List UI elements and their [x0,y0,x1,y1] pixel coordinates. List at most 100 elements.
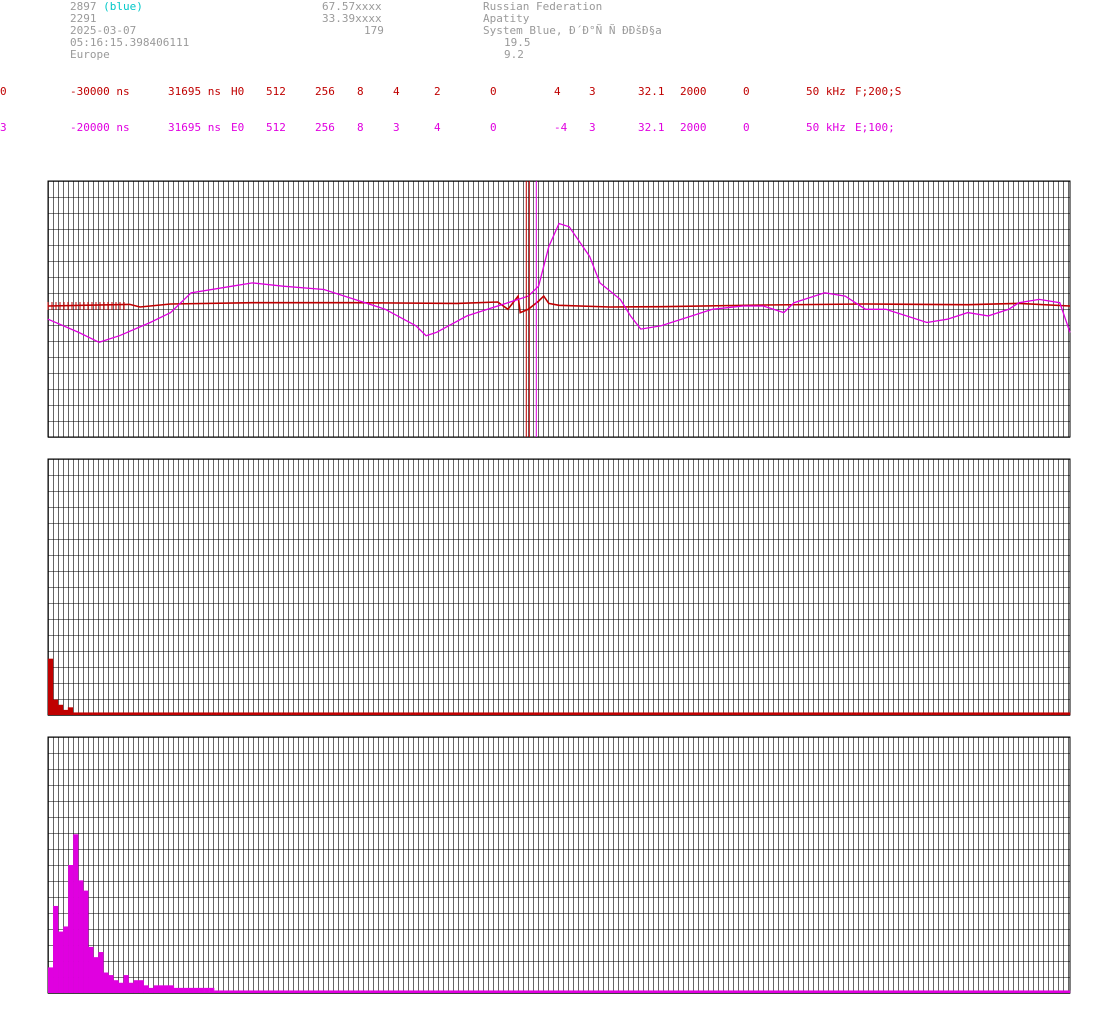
spectrum-e0-bar [657,990,663,993]
spectrum-e0-bar [833,990,839,993]
spectrum-h0-bar [524,712,530,715]
spectrum-h0-bar [876,712,882,715]
spectrum-e0-bar [1039,990,1046,993]
spectrum-e0-bar [445,990,451,993]
spectrum-h0-bar [286,712,292,715]
spectrum-e0-bar [370,990,376,993]
spectrum-e0-bar [294,990,300,993]
spectrum-e0-bar [591,990,597,993]
spectrum-e0-bar [762,990,769,993]
spectrum-e0-bar [219,990,225,993]
spectrum-h0-bar [906,712,912,715]
spectrum-h0-bar [702,712,709,715]
spectrum-e0-bar [1049,990,1056,993]
spectrum-e0-bar [380,990,386,993]
spectrum-e0-bar [969,990,975,993]
spectrum-e0-bar [1024,990,1030,993]
spectrum-e0-bar [637,990,643,993]
spectrum-h0-bar [673,712,679,715]
spectrum-e0-bar [53,905,59,993]
spectrum-e0-bar [501,990,507,993]
spectrum-e0-bar [1054,990,1061,993]
spectrum-e0-bar [747,990,754,993]
spectrum-h0-bar [678,712,684,715]
spectrum-e0-bar [954,990,960,993]
spectrum-h0-bar [62,709,69,715]
spectrum-h0-bar [970,712,976,715]
spectrum-h0-bar [301,712,307,715]
spectrum-e0-bar [329,990,336,993]
spectrum-e0-bar [672,990,678,993]
spectrum-h0-bar [732,712,738,715]
spectrum-h0-bar [643,712,649,715]
spectrum-e0-bar [470,990,477,993]
spectrum-e0-bar [873,990,879,993]
spectrum-h0-bar [420,712,426,715]
spectrum-h0-bar [653,712,659,715]
spectrum-e0-bar [541,990,547,993]
spectrum-e0-bar [224,990,230,993]
spectrum-e0-bar [269,990,275,993]
spectrum-h0-bar [931,712,937,715]
spectrum-h0-bar [92,712,98,715]
spectrum-h0-bar [836,712,842,715]
spectrum-e0-bar [626,990,633,993]
spectrum-h0-bar [687,712,694,715]
grid-panel-1 [47,180,1071,438]
spectrum-h0-bar [405,712,411,715]
spectrum-e0-bar [511,990,517,993]
spectrum-h0-bar [449,712,456,715]
spectrum-h0-bar [454,712,460,715]
spectrum-e0-bar [279,990,285,993]
spectrum-e0-bar [229,990,235,993]
spectrum-h0-bar [1065,712,1071,715]
spectrum-e0-bar [939,990,945,993]
spectrum-h0-bar [737,712,743,715]
spectrum-h0-bar [499,712,505,715]
spectrum-e0-bar [78,880,84,993]
spectrum-e0-bar [108,975,114,993]
spectrum-h0-bar [588,712,594,715]
spectrum-e0-bar [843,990,849,993]
spectrum-h0-bar [345,712,351,715]
spectrum-e0-bar [707,990,713,993]
spectrum-h0-bar [52,699,59,715]
spectrum-e0-bar [168,985,175,993]
spectrum-h0-bar [375,712,381,715]
spectrum-e0-bar [234,990,240,993]
spectrum-h0-bar [48,658,54,715]
spectrum-h0-bar [752,712,758,715]
spectrum-e0-bar [647,990,653,993]
spectrum-e0-bar [259,990,265,993]
spectrum-e0-bar [304,990,310,993]
spectrum-e0-bar [546,990,552,993]
spectrum-e0-bar [385,990,391,993]
spectrum-e0-bar [662,990,668,993]
spectrum-e0-bar [692,990,698,993]
spectrum-e0-bar [68,865,74,993]
spectrum-h0-bar [514,712,520,715]
spectrum-h0-bar [1045,712,1051,715]
spectrum-h0-bar [802,712,808,715]
spectrum-h0-bar [474,712,480,715]
spectrum-e0-bar [450,990,456,993]
spectrum-h0-bar [529,712,535,715]
spectrum-h0-bar [727,712,733,715]
spectrum-e0-bar [93,957,99,993]
spectrum-h0-bar [142,712,148,715]
spectrum-h0-bar [400,712,406,715]
spectrum-e0-bar [48,967,54,993]
spectrum-h0-bar [97,712,103,715]
spectrum-e0-bar [984,990,990,993]
spectrum-h0-bar [697,712,704,715]
spectrum-h0-bar [975,712,981,715]
spectrum-h0-bar [861,712,867,715]
spectrum-h0-bar [231,712,237,715]
spectrum-h0-bar [439,712,446,715]
spectrum-e0-bar [848,990,854,993]
spectrum-e0-bar [249,990,255,993]
spectrum-e0-bar [1009,990,1015,993]
spectrum-h0-bar [807,712,813,715]
spectrum-h0-bar [549,712,555,715]
spectrum-h0-bar [271,712,277,715]
